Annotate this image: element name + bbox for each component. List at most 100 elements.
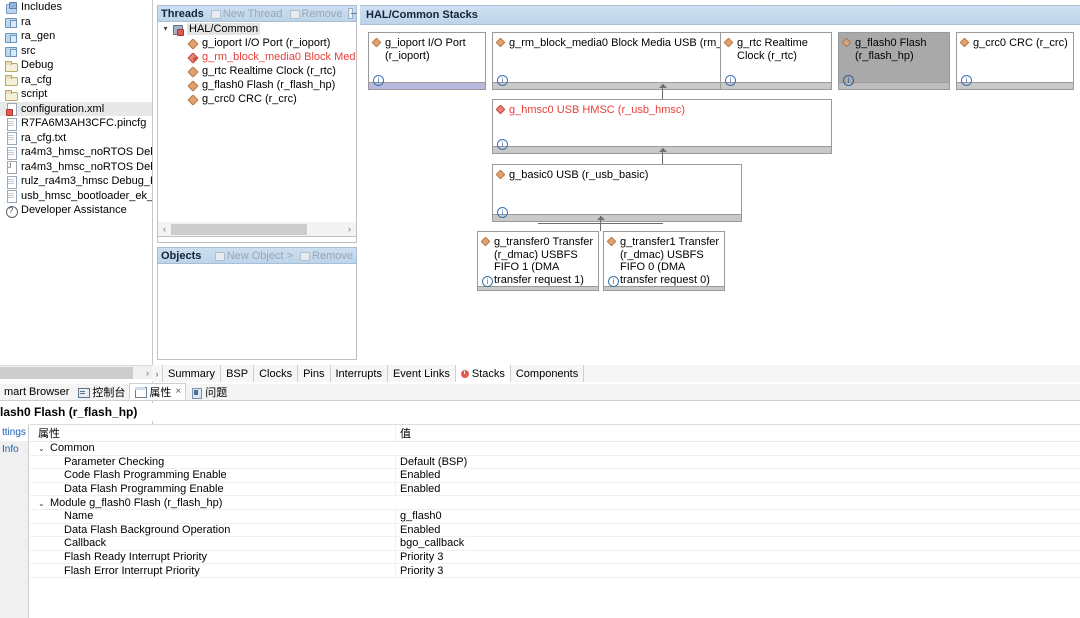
property-row[interactable]: Flash Ready Interrupt Priority Priority 3	[30, 551, 1080, 565]
info-icon[interactable]: i	[961, 75, 972, 86]
properties-table[interactable]: 属性 值 ⌄ Common Parameter Checking Default (B…	[30, 424, 1080, 618]
chevron-down-icon[interactable]: ⌄	[38, 499, 50, 508]
properties-side-tab-0[interactable]: ttings	[0, 424, 28, 441]
objects-list[interactable]	[157, 264, 357, 360]
properties-side-tab-1[interactable]: Info	[0, 441, 28, 458]
project-tree-item[interactable]: Developer Assistance	[0, 203, 152, 218]
scroll-left-icon[interactable]: ‹	[158, 224, 171, 234]
project-tree-item[interactable]: ra4m3_hmsc_noRTOS Debug_F	[0, 160, 152, 175]
stack-block-footer	[721, 82, 831, 89]
info-icon[interactable]: i	[608, 276, 619, 287]
project-explorer-tree[interactable]: Includes ra ra_gen src Debug ra_cfg script conf…	[0, 0, 152, 362]
editor-tab-stacks[interactable]: Stacks	[454, 365, 510, 382]
property-value-cell[interactable]: Priority 3	[395, 564, 940, 577]
property-row[interactable]: Name g_flash0	[30, 510, 1080, 524]
project-tree-item[interactable]: ra_cfg.txt	[0, 131, 152, 146]
project-tree-item[interactable]: ra_gen	[0, 29, 152, 44]
scrollbar-thumb[interactable]	[0, 367, 133, 379]
property-row[interactable]: Data Flash Background Operation Enabled	[30, 523, 1080, 538]
stack-block-hmsc[interactable]: g_hmsc0 USB HMSC (r_usb_hmsc) i	[492, 99, 832, 154]
properties-table-header: 属性 值	[30, 425, 1080, 442]
project-tree-item[interactable]: rulz_ra4m3_hmsc Debug_Flat.j	[0, 174, 152, 189]
editor-tab-clocks[interactable]: Clocks	[253, 365, 298, 382]
info-icon[interactable]: i	[725, 75, 736, 86]
editor-tab-summary[interactable]: Summary	[162, 365, 221, 382]
editor-tab-components[interactable]: Components	[509, 365, 585, 382]
property-row[interactable]: Callback bgo_callback	[30, 537, 1080, 551]
project-tree-item[interactable]: src	[0, 44, 152, 59]
view-tab-3[interactable]: 问题	[186, 384, 231, 400]
project-tree-item-label: ra4m3_hmsc_noRTOS Debug_F	[21, 160, 152, 173]
scrollbar-thumb[interactable]	[171, 223, 307, 235]
property-value-cell[interactable]: Enabled	[395, 469, 940, 482]
info-icon[interactable]: i	[482, 276, 493, 287]
view-tab-2[interactable]: 属性 ×	[129, 383, 187, 400]
property-row[interactable]: Parameter Checking Default (BSP)	[30, 455, 1080, 470]
panel-menu-icon[interactable]	[348, 8, 357, 19]
editor-tab-event-links[interactable]: Event Links	[386, 365, 455, 382]
new-thread-button[interactable]: New Thread	[210, 8, 283, 20]
property-value-cell[interactable]: g_flash0	[395, 510, 940, 523]
editor-tab-pins[interactable]: Pins	[297, 365, 330, 382]
threads-horizontal-scrollbar[interactable]: ‹ ›	[157, 222, 357, 237]
editor-tab-interrupts[interactable]: Interrupts	[329, 365, 387, 382]
explorer-horizontal-scrollbar[interactable]: ›	[0, 365, 152, 379]
chevron-down-icon[interactable]: ⌄	[38, 444, 50, 453]
scrollbar-track[interactable]	[171, 223, 343, 236]
stack-block-rtc[interactable]: g_rtc Realtime Clock (r_rtc) i	[720, 32, 832, 90]
property-group-row[interactable]: ⌄ Common	[30, 442, 1080, 456]
remove-thread-button[interactable]: Remove	[289, 8, 342, 20]
thread-node[interactable]: g_ioport I/O Port (r_ioport)	[158, 36, 356, 50]
property-row[interactable]: Flash Error Interrupt Priority Priority 3	[30, 564, 1080, 578]
view-tab-0[interactable]: mart Browser	[0, 384, 73, 400]
project-tree-item[interactable]: configuration.xml	[0, 101, 152, 117]
project-tree-item[interactable]: R7FA6M3AH3CFC.pincfg	[0, 116, 152, 131]
property-value-cell[interactable]: bgo_callback	[395, 537, 940, 550]
info-icon[interactable]: i	[843, 75, 854, 86]
info-icon[interactable]: i	[497, 207, 508, 218]
threads-tree[interactable]: ▾ HAL/Common g_ioport I/O Port (r_ioport…	[157, 22, 357, 243]
project-tree-item[interactable]: ra4m3_hmsc_noRTOS Debug_F	[0, 145, 152, 160]
stack-block-flash[interactable]: g_flash0 Flash (r_flash_hp) i	[838, 32, 950, 90]
property-row[interactable]: Data Flash Programming Enable Enabled	[30, 483, 1080, 497]
project-tree-item[interactable]: Includes	[0, 0, 152, 15]
property-value-cell[interactable]: Enabled	[395, 483, 940, 496]
project-tree-item-label: ra_gen	[21, 30, 56, 43]
editor-tab-bar[interactable]: › Summary BSP Clocks Pins Interrupts Event Li…	[152, 365, 1080, 382]
project-tree-item[interactable]: ra	[0, 15, 152, 30]
property-row[interactable]: Code Flash Programming Enable Enabled	[30, 469, 1080, 483]
property-name-cell: Flash Ready Interrupt Priority	[30, 551, 395, 563]
thread-node[interactable]: g_crc0 CRC (r_crc)	[158, 92, 356, 106]
thread-root-node[interactable]: ▾ HAL/Common	[158, 22, 356, 36]
stack-block-transfer1[interactable]: g_transfer1 Transfer (r_dmac) USBFS FIFO…	[603, 231, 725, 291]
project-tree-item[interactable]: script	[0, 87, 152, 102]
editor-tab-bsp[interactable]: BSP	[220, 365, 254, 382]
thread-node[interactable]: g_rm_block_media0 Block Media US	[158, 50, 356, 64]
tab-overflow-icon[interactable]: ›	[152, 365, 162, 382]
close-icon[interactable]: ×	[175, 386, 181, 397]
remove-object-button[interactable]: Remove	[299, 250, 353, 262]
stack-block-crc[interactable]: g_crc0 CRC (r_crc) i	[956, 32, 1074, 90]
project-tree-item[interactable]: ra_cfg	[0, 73, 152, 88]
thread-node[interactable]: g_rtc Realtime Clock (r_rtc)	[158, 64, 356, 78]
property-value-cell[interactable]: Default (BSP)	[395, 455, 940, 468]
properties-side-tabs[interactable]: ttings Info	[0, 424, 29, 618]
info-icon[interactable]: i	[497, 139, 508, 150]
info-icon[interactable]: i	[497, 75, 508, 86]
property-value-cell[interactable]: Priority 3	[395, 551, 940, 564]
chevron-down-icon[interactable]: ▾	[160, 22, 171, 36]
new-object-button[interactable]: New Object >	[214, 250, 293, 262]
property-group-row[interactable]: ⌄ Module g_flash0 Flash (r_flash_hp)	[30, 496, 1080, 510]
info-icon[interactable]: i	[373, 75, 384, 86]
scroll-right-icon[interactable]: ›	[343, 224, 356, 234]
project-tree-item[interactable]: usb_hmsc_bootloader_ek_ra6m	[0, 189, 152, 204]
property-value-cell[interactable]: Enabled	[395, 523, 940, 536]
stack-block-basic[interactable]: g_basic0 USB (r_usb_basic) i	[492, 164, 742, 222]
view-tab-bar[interactable]: mart Browser 控制台 属性 × 问题	[0, 383, 1080, 401]
thread-node[interactable]: g_flash0 Flash (r_flash_hp)	[158, 78, 356, 92]
chevron-right-icon[interactable]: ›	[146, 366, 149, 380]
view-tab-1[interactable]: 控制台	[73, 384, 129, 400]
stack-block-transfer0[interactable]: g_transfer0 Transfer (r_dmac) USBFS FIFO…	[477, 231, 599, 291]
stack-block-ioport[interactable]: g_ioport I/O Port (r_ioport) i	[368, 32, 486, 90]
project-tree-item[interactable]: Debug	[0, 58, 152, 73]
